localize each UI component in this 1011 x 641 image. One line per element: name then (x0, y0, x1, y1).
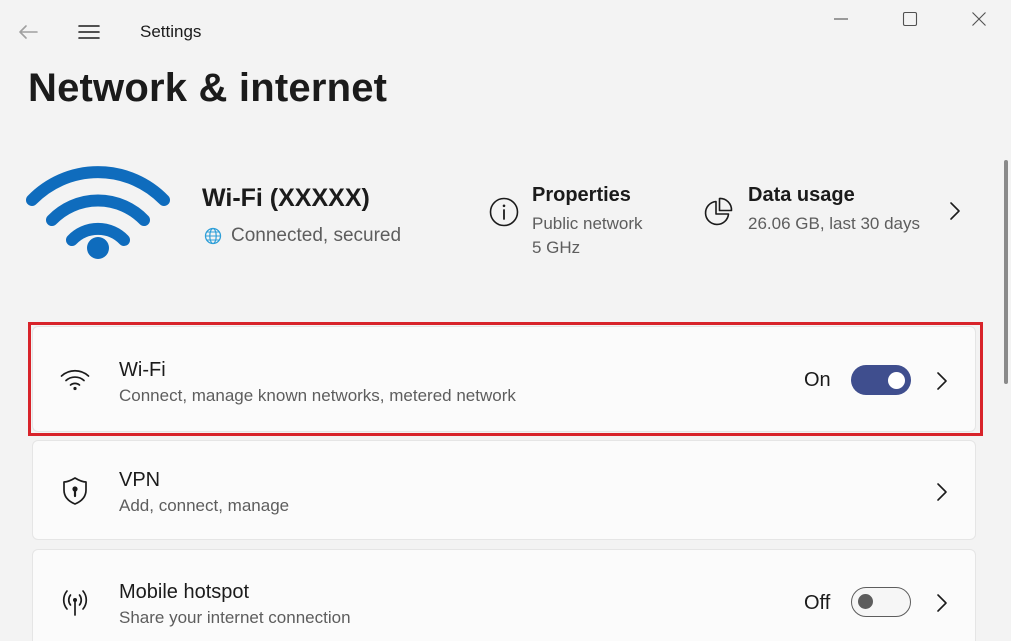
network-name: Wi-Fi (XXXXX) (202, 184, 370, 212)
info-icon (489, 197, 519, 227)
maximize-icon (902, 11, 918, 27)
data-usage-title: Data usage (748, 184, 855, 206)
hotspot-icon (62, 590, 88, 616)
connection-status: Connected, secured (204, 225, 401, 247)
hotspot-toggle-label: Off (804, 592, 831, 614)
close-button[interactable] (956, 4, 1002, 34)
minimize-button[interactable] (818, 4, 864, 34)
properties-network-type: Public network (532, 214, 643, 233)
wifi-icon (26, 166, 170, 259)
close-icon (972, 12, 986, 26)
data-usage-link[interactable]: Data usage 26.06 GB, last 30 days (702, 184, 920, 236)
settings-window: Settings Network & internet Wi-Fi (XXXXX… (0, 0, 1011, 641)
hotspot-item-description: Share your internet connection (119, 608, 351, 627)
wifi-toggle-switch[interactable] (851, 365, 911, 395)
wifi-settings-item[interactable]: Wi-Fi Connect, manage known networks, me… (32, 326, 976, 432)
vpn-item-icon-wrap (59, 475, 91, 507)
hamburger-menu-icon (78, 25, 100, 39)
connection-status-text: Connected, secured (231, 225, 402, 246)
hotspot-item-icon-wrap (59, 586, 91, 618)
wifi-item-title: Wi-Fi (119, 359, 166, 381)
vpn-item-chevron[interactable] (931, 481, 953, 503)
page-title: Network & internet (28, 66, 388, 110)
wifi-toggle-knob (888, 371, 905, 389)
wifi-item-icon-wrap (59, 363, 91, 395)
back-arrow-icon (19, 25, 38, 39)
wifi-item-chevron[interactable] (931, 370, 953, 392)
vpn-item-description: Add, connect, manage (119, 496, 290, 515)
navigation-menu-button[interactable] (74, 18, 104, 46)
shield-icon (63, 477, 87, 505)
hotspot-item-title: Mobile hotspot (119, 581, 250, 603)
mobile-hotspot-settings-item[interactable]: Mobile hotspot Share your internet conne… (32, 549, 976, 641)
hotspot-item-chevron[interactable] (931, 592, 953, 614)
properties-link[interactable]: Properties Public network 5 GHz (488, 184, 643, 260)
data-usage-detail: 26.06 GB, last 30 days (748, 214, 920, 233)
pie-chart-icon (704, 197, 733, 226)
properties-title: Properties (532, 184, 631, 206)
data-usage-chevron[interactable] (944, 200, 966, 222)
chevron-right-icon (937, 594, 947, 612)
vpn-settings-item[interactable]: VPN Add, connect, manage (32, 440, 976, 540)
wifi-toggle-label: On (804, 369, 831, 391)
chevron-right-icon (937, 483, 947, 501)
properties-band: 5 GHz (532, 238, 581, 257)
app-title: Settings (140, 22, 202, 41)
chevron-right-icon (937, 372, 947, 390)
wifi-item-description: Connect, manage known networks, metered … (119, 386, 516, 405)
vpn-item-title: VPN (119, 469, 161, 491)
wifi-icon (60, 369, 90, 391)
scrollbar[interactable] (1004, 160, 1008, 384)
back-button[interactable] (14, 18, 42, 46)
hotspot-toggle-knob (858, 594, 873, 609)
globe-icon (204, 227, 222, 245)
chevron-right-icon (950, 202, 960, 220)
hotspot-toggle-switch[interactable] (851, 587, 911, 617)
maximize-button[interactable] (887, 4, 933, 34)
minimize-icon (834, 18, 848, 20)
